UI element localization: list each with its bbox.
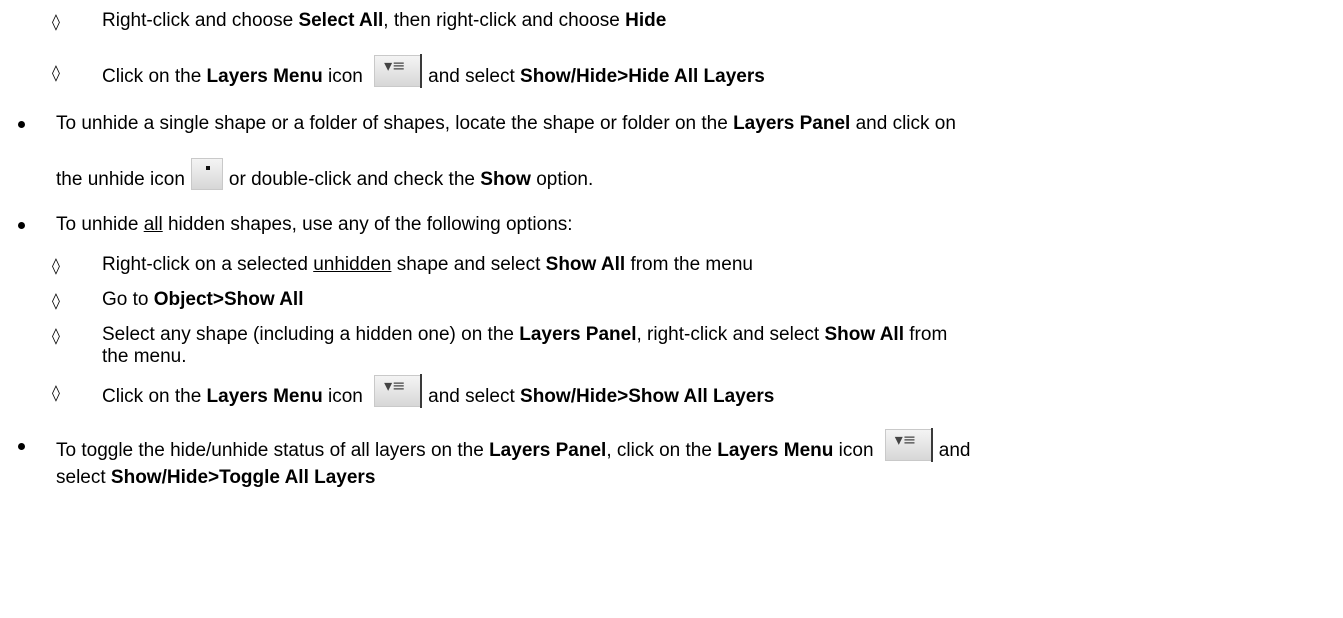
emphasis: all (143, 214, 163, 235)
text: , right-click and select (636, 324, 825, 345)
layers-menu-icon: ▾≡ (884, 428, 933, 462)
diamond-bullet-icon: ◊ (52, 12, 60, 31)
text: from the menu (625, 254, 753, 275)
menu-term: Object>Show All (153, 289, 304, 310)
text: , then right-click and choose (383, 10, 626, 31)
text: icon (322, 386, 363, 408)
menu-term: Show/Hide>Hide All Layers (520, 66, 765, 88)
menu-term: Hide (625, 10, 667, 31)
text: Select any shape (including a hidden one… (102, 324, 520, 345)
diamond-bullet-icon: ◊ (52, 383, 60, 402)
menu-term: Layers Menu (206, 66, 323, 88)
layers-menu-icon: ▾≡ (374, 374, 423, 408)
diamond-bullet-icon: ◊ (52, 256, 60, 275)
diamond-bullet-icon: ◊ (52, 63, 60, 82)
menu-term: Show All (824, 324, 904, 345)
text: shape and select (391, 254, 546, 275)
menu-term: Show (480, 169, 531, 191)
text: select (56, 467, 111, 488)
menu-term: Layers Menu (717, 440, 834, 462)
diamond-bullet-icon: ◊ (52, 291, 60, 310)
text: To toggle the hide/unhide status of all … (56, 440, 490, 462)
menu-term: Layers Panel (489, 440, 607, 462)
text: , click on the (606, 440, 718, 462)
unhide-icon (190, 158, 223, 190)
text: Right-click on a selected (102, 254, 314, 275)
text: icon (833, 440, 874, 462)
text: To unhide (56, 214, 144, 235)
menu-term: Select All (298, 10, 384, 31)
bullet-icon (18, 222, 25, 229)
text: To unhide a single shape or a folder of … (56, 113, 734, 134)
instruction-hide-all-layers: Click on the Layers Menu icon ▾≡ and sele… (102, 54, 765, 93)
instruction-unhide-single-line1: To unhide a single shape or a folder of … (56, 113, 956, 135)
option-right-click-show-all: Right-click on a selected unhidden shape… (102, 254, 753, 276)
menu-term: Show/Hide>Toggle All Layers (110, 467, 376, 488)
text: Go to (102, 289, 154, 310)
menu-term: Show All (545, 254, 626, 275)
instruction-toggle-all: To toggle the hide/unhide status of all … (56, 428, 971, 489)
text: and (938, 440, 971, 462)
text: Click on the (102, 66, 207, 88)
text: hidden shapes, use any of the following … (162, 214, 573, 235)
menu-term: Show/Hide>Show All Layers (520, 386, 775, 408)
text: the unhide icon (56, 169, 185, 191)
bullet-icon (18, 121, 25, 128)
text: icon (322, 66, 363, 88)
text: Click on the (102, 386, 207, 408)
option-show-all-layers: Click on the Layers Menu icon ▾≡ and sele… (102, 374, 775, 413)
text: and click on (850, 113, 956, 134)
text: option. (530, 169, 594, 191)
instruction-unhide-single-line2: the unhide icon or double-click and check… (56, 158, 594, 196)
text: and select (428, 386, 521, 408)
menu-term: Layers Panel (519, 324, 637, 345)
text: or double-click and check the (228, 169, 481, 191)
emphasis: unhidden (313, 254, 392, 275)
menu-term: Layers Menu (206, 386, 323, 408)
text: the menu. (102, 346, 187, 367)
menu-term: Layers Panel (733, 113, 851, 134)
option-layers-panel-show-all: Select any shape (including a hidden one… (102, 324, 947, 368)
text: Right-click and choose (102, 10, 299, 31)
diamond-bullet-icon: ◊ (52, 326, 60, 345)
bullet-icon (18, 443, 25, 450)
instruction-unhide-all: To unhide all hidden shapes, use any of … (56, 214, 573, 236)
text: and select (428, 66, 521, 88)
instruction-select-all-hide: Right-click and choose Select All, then … (102, 10, 666, 32)
text: from (904, 324, 948, 345)
layers-menu-icon: ▾≡ (374, 54, 423, 88)
option-object-show-all: Go to Object>Show All (102, 289, 304, 311)
